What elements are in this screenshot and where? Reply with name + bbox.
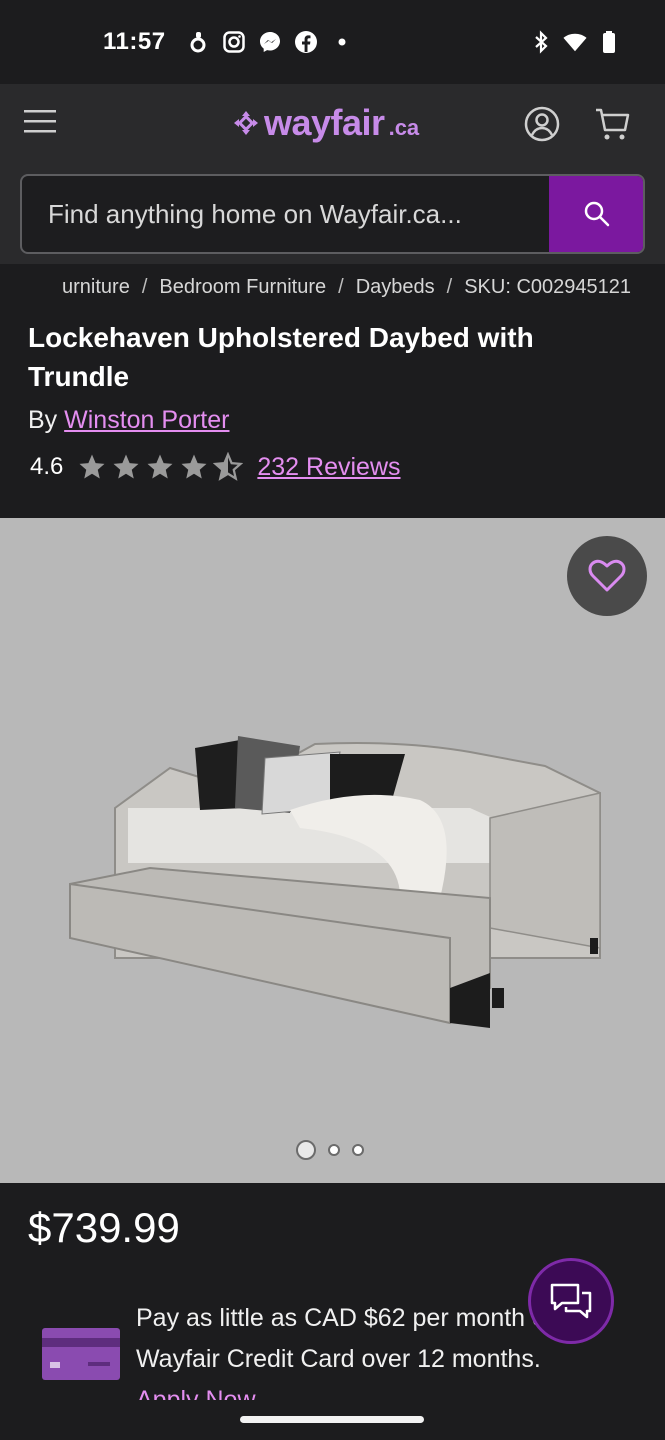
gallery-pagination — [296, 1140, 364, 1160]
hamburger-icon — [24, 110, 56, 133]
gallery-dot[interactable] — [352, 1144, 364, 1156]
apply-now-link[interactable]: Apply Now — [136, 1386, 256, 1400]
gesture-nav-handle[interactable] — [240, 1416, 424, 1423]
product-rating: 4.6 232 Reviews — [30, 452, 401, 482]
star-full-icon — [79, 454, 105, 479]
cart-icon — [596, 108, 630, 140]
heart-icon — [588, 559, 626, 592]
breadcrumb-separator: / — [446, 276, 453, 298]
daybed-product-image — [69, 736, 601, 1028]
notification-icons — [186, 30, 354, 54]
breadcrumb-separator: / — [141, 276, 148, 298]
by-label: By — [28, 406, 58, 434]
account-button[interactable] — [522, 104, 562, 144]
messenger-icon — [258, 30, 282, 54]
account-icon — [524, 106, 560, 142]
site-header: wayfair .ca — [0, 84, 665, 264]
reviews-link[interactable]: 232 Reviews — [257, 453, 400, 482]
logo-suffix: .ca — [388, 115, 420, 140]
rating-value: 4.6 — [30, 453, 64, 480]
wayfair-logo-mark-icon — [234, 111, 258, 135]
wifi-icon — [563, 30, 587, 54]
system-icons — [529, 30, 621, 54]
brand-link[interactable]: Winston Porter — [64, 406, 229, 434]
chat-icon — [550, 1283, 592, 1319]
search-bar — [20, 174, 645, 254]
status-bar: 11:57 — [0, 0, 665, 84]
uber-eats-icon — [186, 30, 210, 54]
product-image-gallery[interactable] — [0, 518, 665, 1183]
product-price: $739.99 — [28, 1204, 180, 1251]
wayfair-logo[interactable]: wayfair .ca — [232, 102, 419, 144]
breadcrumb-item-daybeds[interactable]: Daybeds — [356, 276, 435, 299]
favorite-button[interactable] — [567, 536, 647, 616]
breadcrumb-separator: / — [338, 276, 344, 298]
facebook-icon — [294, 30, 318, 54]
menu-button[interactable] — [22, 106, 62, 142]
product-byline: By Winston Porter — [28, 406, 229, 435]
breadcrumb: urniture / Bedroom Furniture / Daybeds /… — [0, 264, 665, 310]
star-full-icon — [113, 454, 139, 479]
rating-stars — [77, 452, 244, 482]
breadcrumb-sku: SKU: C002945121 — [464, 276, 631, 298]
battery-icon — [597, 30, 621, 54]
search-button[interactable] — [549, 176, 643, 252]
search-icon — [584, 201, 610, 227]
more-notifications-dot-icon — [330, 30, 354, 54]
bluetooth-icon — [529, 30, 553, 54]
breadcrumb-item-furniture[interactable]: urniture — [62, 276, 130, 299]
gallery-dot[interactable] — [296, 1140, 316, 1160]
credit-card-icon — [42, 1328, 120, 1380]
breadcrumb-item-bedroom-furniture[interactable]: Bedroom Furniture — [159, 276, 326, 299]
instagram-icon — [222, 30, 246, 54]
star-full-icon — [147, 454, 173, 479]
cart-button[interactable] — [593, 104, 633, 144]
chat-button[interactable] — [528, 1258, 614, 1344]
logo-text: wayfair — [264, 102, 385, 143]
star-full-icon — [181, 454, 207, 479]
star-half-icon — [213, 452, 244, 481]
status-time: 11:57 — [103, 28, 166, 55]
gallery-dot[interactable] — [328, 1144, 340, 1156]
search-input[interactable] — [22, 176, 552, 252]
product-title: Lockehaven Upholstered Daybed with Trund… — [28, 322, 534, 392]
